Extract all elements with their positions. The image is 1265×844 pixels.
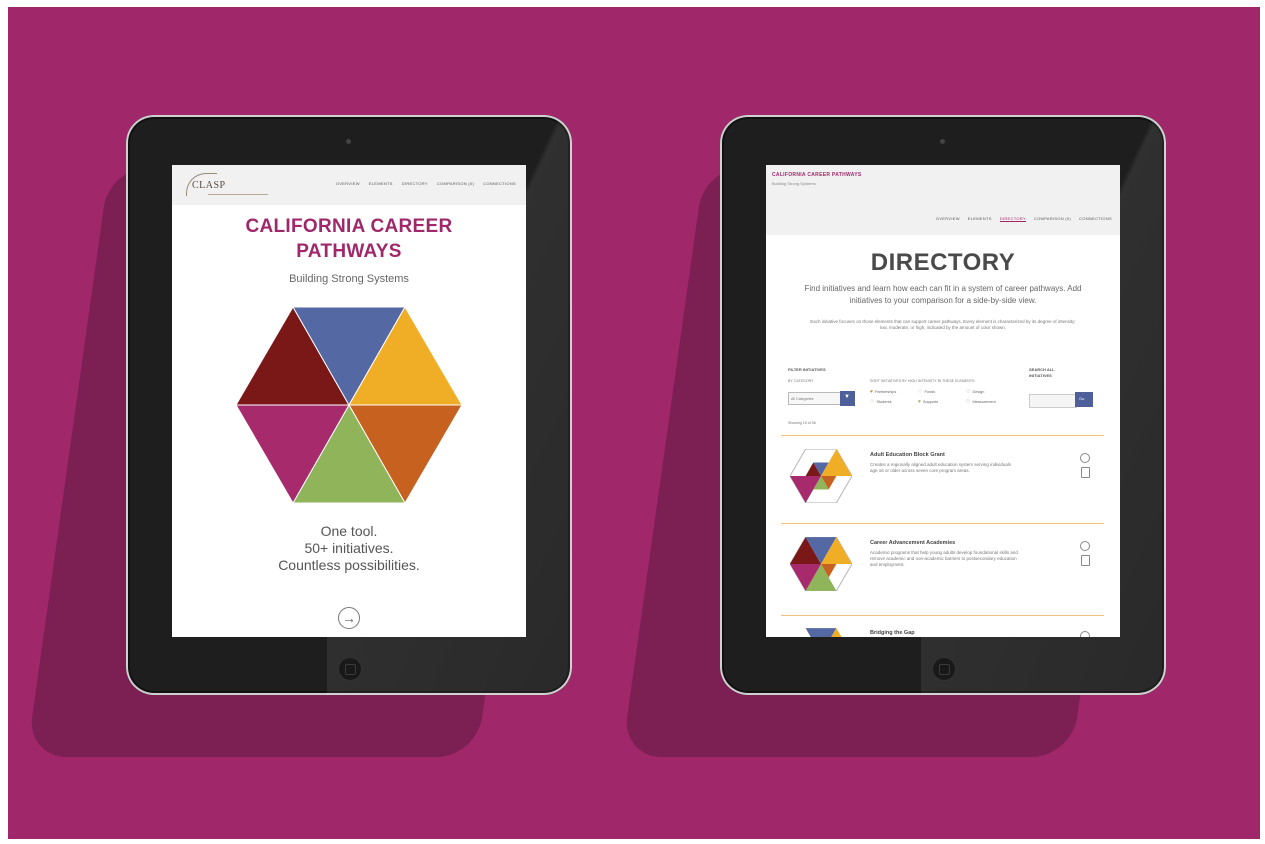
tablet-left: CLASP OVERVIEW ELEMENTS DIRECTORY COMPAR…	[126, 115, 572, 695]
add-compare-icon[interactable]	[1080, 631, 1090, 637]
top-nav: CALIFORNIA CAREER PATHWAYS Building Stro…	[766, 165, 1120, 235]
element-supports[interactable]: ♥ Supports	[918, 399, 938, 405]
nav-comparison[interactable]: COMPARISON (0)	[437, 181, 474, 186]
element-label: Partnerships	[874, 390, 897, 394]
filter-label: FILTER INITIATIVES	[788, 367, 826, 372]
search-label-2: INITIATIVES	[1029, 373, 1052, 378]
element-funds[interactable]: ♡ Funds	[918, 389, 935, 395]
tagline-2: 50+ initiatives.	[304, 540, 394, 556]
element-measurement[interactable]: ♡ Measurement	[966, 399, 996, 405]
intensity-note: Each initiative focuses on those element…	[810, 319, 1076, 330]
nav-overview[interactable]: OVERVIEW	[336, 181, 360, 186]
card-description: Academic programs that help young adults…	[870, 550, 1018, 567]
card-title[interactable]: Bridging the Gap	[870, 630, 915, 636]
nav-directory[interactable]: DIRECTORY	[402, 181, 428, 186]
search-button[interactable]	[1075, 392, 1093, 407]
screen-directory: CALIFORNIA CAREER PATHWAYS Building Stro…	[766, 165, 1120, 637]
divider	[781, 523, 1104, 524]
element-design[interactable]: ♡ Design	[966, 389, 984, 395]
card-hexagon-icon	[790, 537, 852, 591]
heart-outline-icon: ♡	[870, 399, 875, 405]
element-label: Students	[876, 400, 892, 404]
page-title: DIRECTORY	[870, 249, 1016, 276]
nav-elements[interactable]: ELEMENTS	[369, 181, 393, 186]
card-title[interactable]: Adult Education Block Grant	[870, 452, 945, 458]
hero-subtitle: Building Strong Systems	[289, 273, 409, 285]
category-dropdown-button[interactable]	[840, 391, 855, 406]
logo-line	[208, 194, 268, 195]
intro-text: Find initiatives and learn how each can …	[804, 284, 1082, 305]
camera	[346, 139, 351, 144]
element-label: Design	[972, 390, 985, 394]
brand-subtitle: Building Strong Systems	[772, 181, 816, 186]
add-compare-icon[interactable]	[1080, 541, 1090, 551]
nav-directory[interactable]: DIRECTORY	[999, 216, 1026, 222]
nav-elements[interactable]: ELEMENTS	[968, 216, 992, 222]
divider	[781, 435, 1104, 436]
results-count: Showing 15 of 56	[788, 421, 816, 425]
nav-connections[interactable]: CONNECTIONS	[483, 181, 516, 186]
heart-icon: ♥	[918, 399, 921, 405]
screen-home: CLASP OVERVIEW ELEMENTS DIRECTORY COMPAR…	[172, 165, 526, 637]
card-hexagon-icon	[805, 628, 842, 637]
search-label-1: SEARCH ALL	[1029, 367, 1055, 372]
nav-overview[interactable]: OVERVIEW	[936, 216, 960, 222]
camera	[940, 139, 945, 144]
element-sort-hint: SORT INITIATIVES BY HIGH INTENSITY IN TH…	[870, 379, 976, 383]
hero-title-line1: CALIFORNIA CAREER	[245, 216, 453, 237]
tagline-1: One tool.	[320, 523, 378, 539]
next-arrow-icon[interactable]	[338, 607, 360, 629]
nav-links: OVERVIEW ELEMENTS DIRECTORY COMPARISON (…	[336, 181, 516, 186]
element-label: Funds	[924, 390, 936, 394]
heart-outline-icon: ♡	[966, 399, 971, 405]
heart-icon: ♥	[870, 389, 873, 395]
brand-title[interactable]: CALIFORNIA CAREER PATHWAYS	[772, 172, 861, 178]
card-title[interactable]: Career Advancement Academies	[870, 540, 955, 546]
hero-title-line2: PATHWAYS	[296, 241, 402, 262]
heart-outline-icon: ♡	[966, 389, 971, 395]
search-input[interactable]	[1029, 394, 1077, 408]
card-description: Creates a regionally aligned adult educa…	[870, 462, 1012, 473]
details-icon[interactable]	[1081, 467, 1090, 478]
home-button[interactable]	[932, 657, 956, 681]
card-hexagon-icon	[790, 449, 852, 503]
element-label: Supports	[922, 400, 939, 404]
hexagon-graphic	[236, 307, 462, 503]
heart-outline-icon: ♡	[918, 389, 923, 395]
nav-comparison[interactable]: COMPARISON (0)	[1034, 216, 1071, 222]
home-button[interactable]	[338, 657, 362, 681]
top-nav: CLASP OVERVIEW ELEMENTS DIRECTORY COMPAR…	[172, 165, 526, 205]
element-label: Measurement	[972, 400, 996, 404]
element-partnerships[interactable]: ♥ Partnerships	[870, 389, 896, 395]
category-label: BY CATEGORY	[788, 379, 814, 383]
clasp-logo[interactable]: CLASP	[180, 171, 268, 199]
nav-links: OVERVIEW ELEMENTS DIRECTORY COMPARISON (…	[936, 216, 1112, 222]
divider	[781, 615, 1104, 616]
category-select[interactable]: All Categories	[788, 392, 844, 405]
element-students[interactable]: ♡ Students	[870, 399, 891, 405]
nav-connections[interactable]: CONNECTIONS	[1079, 216, 1112, 222]
background: CLASP OVERVIEW ELEMENTS DIRECTORY COMPAR…	[8, 7, 1260, 839]
tagline-3: Countless possibilities.	[278, 557, 420, 573]
logo-text: CLASP	[192, 180, 226, 191]
tablet-right: CALIFORNIA CAREER PATHWAYS Building Stro…	[720, 115, 1166, 695]
details-icon[interactable]	[1081, 555, 1090, 566]
add-compare-icon[interactable]	[1080, 453, 1090, 463]
